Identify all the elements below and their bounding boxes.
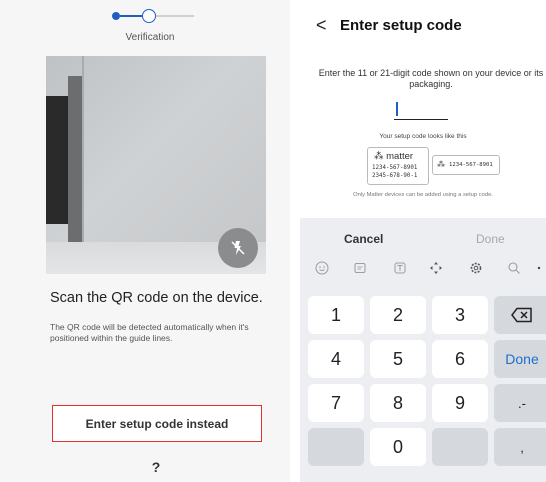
enter-setup-code-button[interactable]: Enter setup code instead: [52, 405, 262, 442]
cursor-move-icon[interactable]: [428, 260, 444, 276]
search-icon[interactable]: [506, 260, 522, 276]
page-title: Enter setup code: [340, 17, 462, 34]
key-6[interactable]: 6: [432, 340, 488, 378]
example-code-line-1: 1234-567-8901: [372, 165, 418, 171]
help-button[interactable]: ?: [146, 459, 166, 479]
step-current: [142, 9, 156, 23]
keyboard-done-key[interactable]: Done: [494, 340, 546, 378]
text-caret: [396, 102, 398, 116]
key-9[interactable]: 9: [432, 384, 488, 422]
scan-title: Scan the QR code on the device.: [50, 290, 263, 306]
matter-brand-text: matter: [386, 151, 414, 162]
key-0[interactable]: 0: [370, 428, 426, 466]
camera-scene-shadow: [46, 96, 68, 224]
comma-key[interactable]: ,: [494, 428, 546, 466]
emoji-icon[interactable]: [314, 260, 330, 276]
blank-key[interactable]: [308, 428, 364, 466]
example-code-line-2: 2345-678-90-1: [372, 173, 418, 179]
dot-dash-key[interactable]: .-: [494, 384, 546, 422]
step-label: Verification: [125, 32, 175, 43]
backspace-icon: [511, 307, 532, 323]
blank-key-2[interactable]: [432, 428, 488, 466]
progress-stepper: [112, 8, 198, 28]
key-4[interactable]: 4: [308, 340, 364, 378]
example-code-card-qr: ⁂ matter 1234-567-8901 2345-678-90-1: [367, 147, 429, 185]
step-dot-completed: [112, 12, 120, 20]
step-line-completed: [120, 15, 144, 17]
camera-scene-edge: [68, 76, 82, 246]
more-options-icon[interactable]: [534, 260, 544, 276]
key-5[interactable]: 5: [370, 340, 426, 378]
matter-only-note: Only Matter devices can be added using a…: [353, 192, 493, 198]
scan-qr-screen: Verification Scan the QR code on the dev…: [0, 0, 290, 482]
setup-code-input[interactable]: [394, 100, 448, 120]
key-1[interactable]: 1: [308, 296, 364, 334]
flash-off-icon: [231, 241, 245, 255]
key-3[interactable]: 3: [432, 296, 488, 334]
instructions-text: Enter the 11 or 21-digit code shown on y…: [318, 68, 544, 89]
numeric-keyboard: Cancel Done 1 2 3 4 5 6 Done 7 8 9 .- 0 …: [300, 218, 546, 482]
key-7[interactable]: 7: [308, 384, 364, 422]
step-line-pending: [156, 15, 194, 17]
example-code-simple: 1234-567-8901: [449, 162, 493, 168]
enter-setup-code-screen: < Enter setup code Enter the 11 or 21-di…: [300, 0, 546, 482]
flash-toggle-button[interactable]: [218, 228, 258, 268]
matter-logo: ⁂ matter: [374, 151, 414, 162]
code-format-hint: Your setup code looks like this: [379, 133, 467, 140]
backspace-key[interactable]: [494, 296, 546, 334]
back-button[interactable]: <: [316, 15, 327, 36]
clipboard-icon[interactable]: [352, 260, 368, 276]
scan-description: The QR code will be detected automatical…: [50, 322, 249, 343]
key-2[interactable]: 2: [370, 296, 426, 334]
text-style-icon[interactable]: [392, 260, 408, 276]
done-button-disabled[interactable]: Done: [476, 232, 505, 246]
key-8[interactable]: 8: [370, 384, 426, 422]
matter-icon: ⁂: [437, 160, 445, 169]
example-code-card-simple: ⁂ 1234-567-8901: [432, 155, 500, 175]
cancel-button[interactable]: Cancel: [344, 232, 383, 246]
settings-icon[interactable]: [468, 260, 484, 276]
